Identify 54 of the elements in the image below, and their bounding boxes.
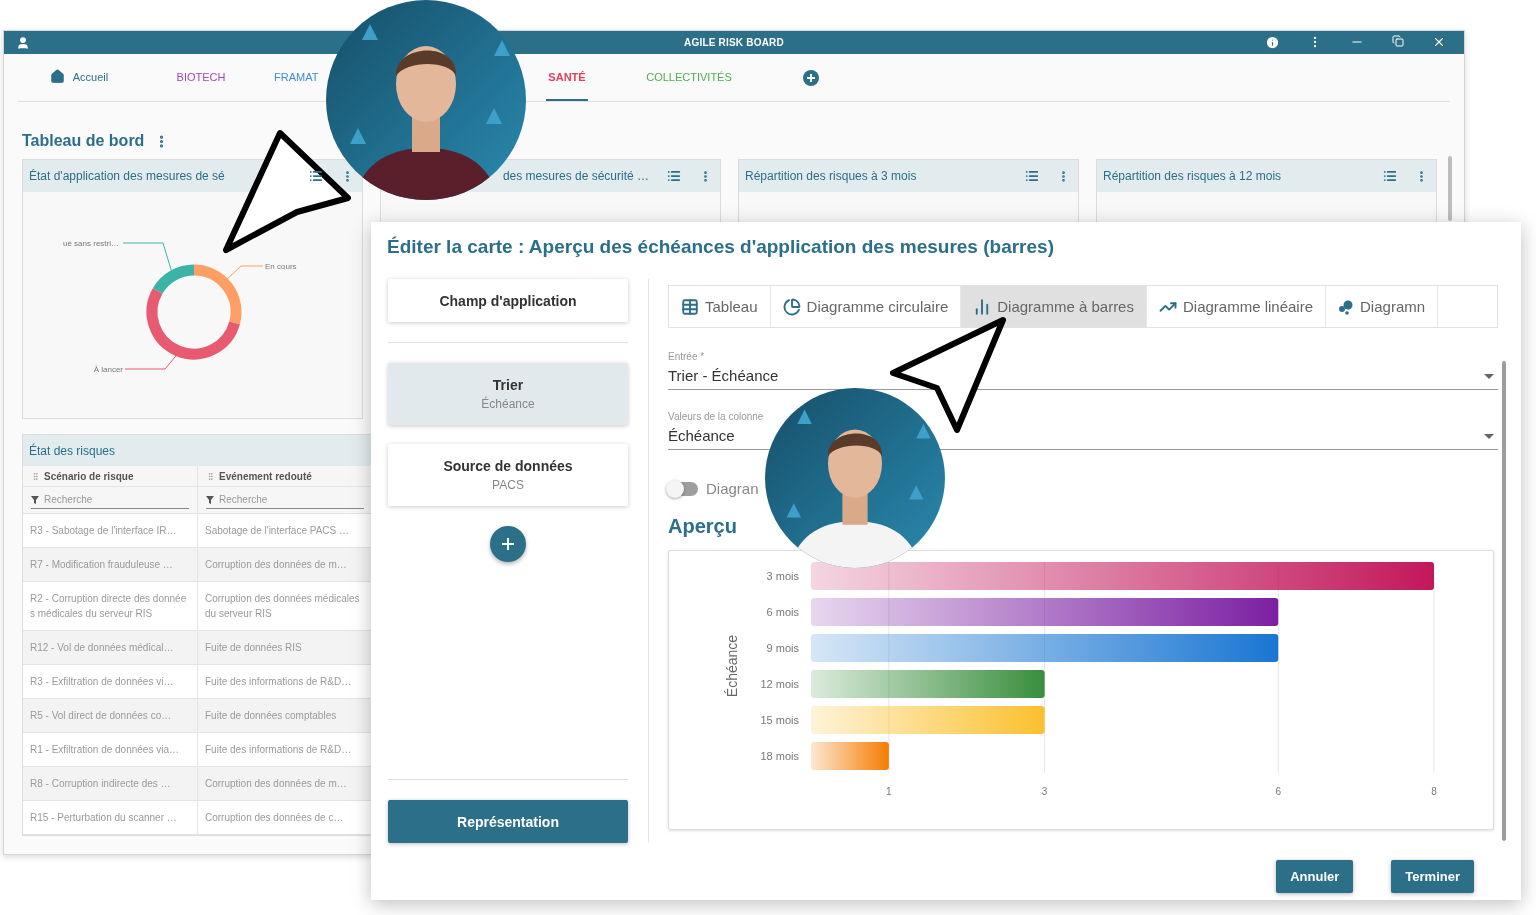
category-label: 9 mois xyxy=(766,642,799,654)
category-label: 15 mois xyxy=(760,714,799,726)
table-cell: R3 - Exfiltration de données vi… xyxy=(23,665,198,699)
axis-title: Échéance xyxy=(724,634,740,698)
representation-button[interactable]: Représentation xyxy=(388,800,628,843)
tab[interactable]: BIOTECH xyxy=(174,54,228,101)
table-cell: R8 - Corruption indirecte des … xyxy=(23,767,198,801)
table-cell: R1 - Exfiltration de données via… xyxy=(23,733,198,767)
tick-label: 1 xyxy=(886,786,892,797)
dialog-button[interactable]: Terminer xyxy=(1391,860,1474,893)
tick-label: 8 xyxy=(1431,786,1437,797)
table-cell: Corruption des données de m… xyxy=(198,767,371,801)
field-value[interactable]: Trier - Échéance xyxy=(668,367,779,384)
chart-type-tab[interactable]: Diagramme à barres xyxy=(961,286,1147,327)
field-label: Entrée * xyxy=(668,351,705,362)
table-cell: R3 - Sabotage de l'interface IR… xyxy=(23,514,198,548)
tick-label: 6 xyxy=(1275,786,1282,797)
table-cell: R12 - Vol de données médical… xyxy=(23,631,198,665)
dialog-title: Éditer la carte : Aperçu des échéances d'application des mesures (barres) xyxy=(386,235,1055,259)
step-button[interactable]: Source de données PACS xyxy=(388,444,628,506)
table-title: État des risques xyxy=(29,443,116,458)
chart-label: En cours xyxy=(265,262,297,271)
table-cell: R15 - Perturbation du scanner … xyxy=(23,801,198,835)
tab[interactable]: Accueil xyxy=(47,54,111,101)
card-title: Répartition des risques à 12 mois xyxy=(1103,169,1283,183)
tick-label: 3 xyxy=(1041,786,1048,797)
card-title: des mesures de sécurité … xyxy=(501,169,649,183)
category-label: 6 mois xyxy=(766,606,799,618)
window-title: AGILE RISK BOARD xyxy=(684,37,784,48)
category-label: 3 mois xyxy=(766,570,799,582)
step-button[interactable]: Champ d'application xyxy=(388,279,628,322)
toggle-label: Diagran xyxy=(706,480,759,497)
card-title: État d'application des mesures de sé xyxy=(29,169,226,183)
table-cell: R5 - Vol direct de données co… xyxy=(23,699,198,733)
column-header[interactable]: Scénario de risque xyxy=(23,466,198,487)
table-cell: Corruption des données de m… xyxy=(198,548,371,582)
preview-title: Aperçu xyxy=(668,515,738,538)
category-label: 18 mois xyxy=(760,750,799,762)
dashboard-title: Tableau de bord xyxy=(22,132,145,150)
tab[interactable]: SANTÉ xyxy=(546,54,588,101)
field-label: Valeurs de la colonne xyxy=(668,411,764,422)
field-value[interactable]: Échéance xyxy=(668,427,735,444)
chart-label: ué sans restri… xyxy=(62,239,119,248)
tab[interactable]: FRAMAT xyxy=(272,54,321,101)
dialog-button[interactable]: Annuler xyxy=(1276,860,1354,893)
step-button[interactable]: Trier Échéance xyxy=(388,363,628,425)
column-header[interactable]: Evénement redouté xyxy=(198,466,371,487)
table-cell: Fuite de données RIS xyxy=(198,631,371,665)
table-cell: R2 - Corruption directe des données médicales du serveur RIS xyxy=(23,582,198,631)
table-cell: Fuite de données comptables xyxy=(198,699,371,733)
table-cell: R7 - Modification frauduleuse … xyxy=(23,548,198,582)
card-title: Répartition des risques à 3 mois xyxy=(745,169,918,183)
chart-label: À lancer xyxy=(93,365,123,374)
category-label: 12 mois xyxy=(760,678,799,690)
